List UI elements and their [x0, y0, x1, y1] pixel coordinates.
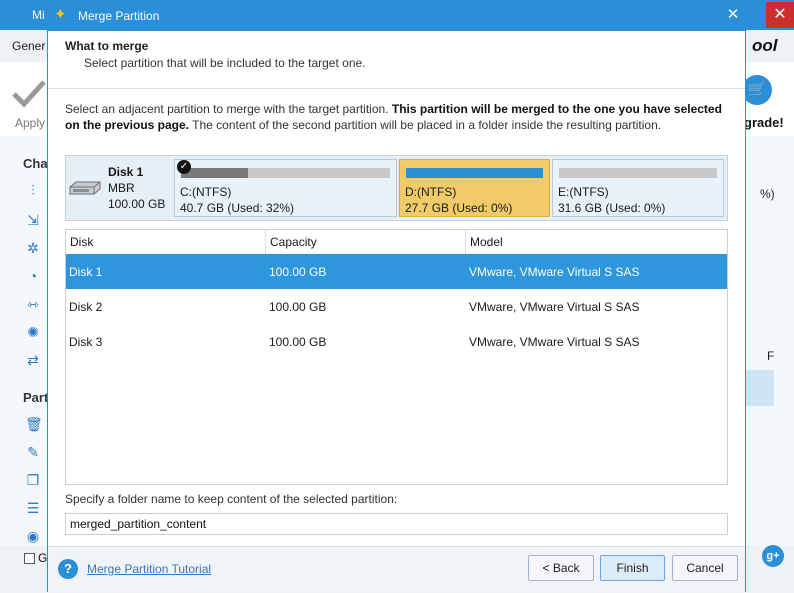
- background-column-text: F: [767, 349, 775, 363]
- instruction-part-1: Select an adjacent partition to merge wi…: [65, 102, 392, 116]
- move-icon[interactable]: ⇲: [25, 212, 41, 228]
- table-row[interactable]: Disk 2 100.00 GB VMware, VMware Virtual …: [66, 289, 727, 324]
- back-button[interactable]: < Back: [528, 555, 594, 581]
- usage-fill: [181, 168, 248, 178]
- sidebar-heading-change: Cha: [23, 156, 48, 171]
- column-header-capacity[interactable]: Capacity: [266, 230, 466, 254]
- table-row[interactable]: Disk 1 100.00 GB VMware, VMware Virtual …: [66, 254, 727, 289]
- partition-info: 31.6 GB (Used: 0%): [558, 201, 666, 215]
- background-menu-item[interactable]: Gener: [12, 39, 45, 53]
- sidebar-heading-partition: Part: [23, 390, 49, 405]
- merge-partition-icon: ✦: [54, 6, 67, 23]
- delete-icon[interactable]: 🗑: [25, 416, 43, 432]
- background-window-title: Mi: [32, 8, 45, 22]
- cell-capacity: 100.00 GB: [269, 335, 327, 349]
- folder-name-label: Specify a folder name to keep content of…: [65, 492, 398, 506]
- partition-label: E:(NTFS): [558, 185, 609, 199]
- cancel-button[interactable]: Cancel: [672, 555, 738, 581]
- google-plus-icon[interactable]: g+: [762, 545, 784, 567]
- apply-label: Apply: [15, 116, 46, 130]
- hard-disk-icon: [69, 180, 101, 196]
- background-selected-row: [746, 370, 774, 406]
- upgrade-label[interactable]: grade!: [744, 115, 784, 130]
- pie-icon[interactable]: ◔: [25, 268, 41, 284]
- tutorial-link[interactable]: Merge Partition Tutorial: [87, 562, 211, 576]
- brand-logo: ool: [752, 36, 778, 55]
- partition-d[interactable]: D:(NTFS) 27.7 GB (Used: 0%): [399, 159, 550, 217]
- page-title: What to merge: [65, 39, 149, 53]
- page-subtitle: Select partition that will be included t…: [84, 56, 366, 70]
- apply-checkmark-icon[interactable]: [12, 78, 46, 108]
- copy-icon[interactable]: ❐: [25, 472, 41, 488]
- convert-icon[interactable]: ⇄: [25, 352, 41, 368]
- help-icon[interactable]: ?: [58, 559, 78, 579]
- cell-model: VMware, VMware Virtual S SAS: [469, 335, 640, 349]
- dialog-title: Merge Partition: [78, 9, 160, 23]
- cell-capacity: 100.00 GB: [269, 265, 327, 279]
- resize-icon[interactable]: ⇿: [25, 296, 41, 312]
- cart-icon[interactable]: 🛒: [742, 75, 772, 105]
- partition-c[interactable]: C:(NTFS) 40.7 GB (Used: 32%): [174, 159, 397, 217]
- column-header-disk[interactable]: Disk: [66, 230, 266, 254]
- background-close-icon[interactable]: ✕: [766, 2, 794, 28]
- folder-name-input[interactable]: [65, 513, 728, 535]
- cell-capacity: 100.00 GB: [269, 300, 327, 314]
- cell-model: VMware, VMware Virtual S SAS: [469, 265, 640, 279]
- table-row[interactable]: Disk 3 100.00 GB VMware, VMware Virtual …: [66, 324, 727, 359]
- cell-model: VMware, VMware Virtual S SAS: [469, 300, 640, 314]
- close-icon[interactable]: ✕: [726, 7, 740, 22]
- column-header-model[interactable]: Model: [466, 230, 727, 254]
- usage-bar: [181, 168, 390, 178]
- cell-disk: Disk 3: [69, 335, 103, 349]
- check-icon: ✓: [177, 160, 191, 174]
- edit-icon[interactable]: ✎: [25, 444, 41, 460]
- usage-bar: [406, 168, 543, 178]
- disk-size: 100.00 GB: [108, 197, 166, 211]
- recover-icon[interactable]: ✺: [25, 324, 41, 340]
- explore-icon[interactable]: ◉: [25, 528, 41, 544]
- background-checkbox-label: G: [38, 551, 48, 565]
- partition-label: C:(NTFS): [180, 185, 232, 199]
- instruction-part-2: The content of the second partition will…: [189, 118, 662, 132]
- background-checkbox[interactable]: G: [24, 551, 47, 565]
- instruction-text: Select an adjacent partition to merge wi…: [65, 101, 725, 133]
- partition-info: 40.7 GB (Used: 32%): [180, 201, 295, 215]
- sliders-icon[interactable]: ⫶: [25, 182, 41, 198]
- usage-bar: [559, 168, 717, 178]
- partition-label: D:(NTFS): [405, 185, 457, 199]
- disk-name: Disk 1: [108, 165, 144, 179]
- split-icon[interactable]: ✲: [25, 240, 41, 256]
- disk-type: MBR: [108, 181, 135, 195]
- partition-e[interactable]: E:(NTFS) 31.6 GB (Used: 0%): [552, 159, 724, 217]
- format-icon[interactable]: ☰: [25, 500, 41, 516]
- cell-disk: Disk 1: [69, 265, 103, 279]
- cell-disk: Disk 2: [69, 300, 103, 314]
- partition-info: 27.7 GB (Used: 0%): [405, 201, 513, 215]
- background-percent-text: %): [760, 187, 775, 201]
- finish-button[interactable]: Finish: [600, 555, 665, 581]
